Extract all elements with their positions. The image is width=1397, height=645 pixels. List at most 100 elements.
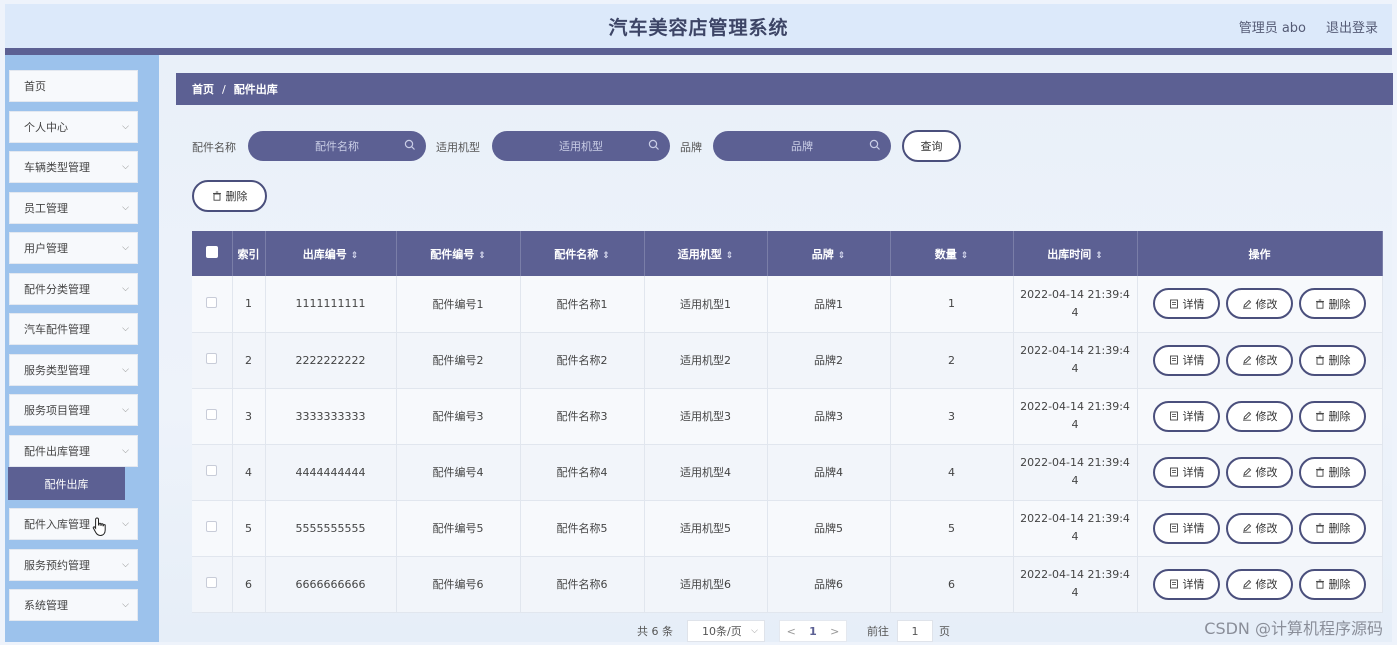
cell-part-no: 配件编号4 (396, 444, 521, 501)
sidebar-item[interactable]: 个人中心 ⌵ (9, 111, 138, 143)
sidebar-item[interactable]: 配件入库管理 ⌵ (9, 508, 138, 540)
page-unit-label: 页 (939, 625, 950, 638)
detail-button[interactable]: 详情 (1153, 568, 1220, 600)
chevron-down-icon: ⌵ (122, 519, 129, 529)
sort-icon: ⇕ (960, 250, 969, 261)
query-button[interactable]: 查询 (902, 130, 961, 162)
cell-index: 6 (232, 556, 266, 613)
cell-qty: 6 (890, 556, 1014, 613)
row-select-cell[interactable] (192, 276, 233, 333)
cell-qty: 5 (890, 500, 1014, 557)
outbound-time: 2022-04-14 21:39:44 (1020, 568, 1130, 599)
edit-button[interactable]: 修改 (1226, 288, 1293, 320)
detail-button[interactable]: 详情 (1153, 456, 1220, 488)
header-actions: 操作 (1137, 231, 1383, 276)
chevron-down-icon: ⌵ (122, 560, 129, 570)
header-part-name[interactable]: 配件名称 ⇕ (520, 231, 645, 276)
detail-button[interactable]: 详情 (1153, 400, 1220, 432)
sidebar-item[interactable]: 用户管理 ⌵ (9, 232, 138, 264)
detail-button[interactable]: 详情 (1153, 344, 1220, 376)
delete-button[interactable]: 删除 (1299, 456, 1366, 488)
sidebar-item[interactable]: 服务项目管理 ⌵ (9, 394, 138, 426)
sort-icon: ⇕ (478, 250, 486, 261)
sidebar-item[interactable]: 服务类型管理 ⌵ (9, 354, 138, 386)
sidebar-item[interactable]: 服务预约管理 ⌵ (9, 549, 138, 581)
chevron-down-icon: ⌵ (751, 626, 758, 636)
select-all-cell[interactable] (192, 231, 233, 276)
edit-button[interactable]: 修改 (1226, 400, 1293, 432)
row-checkbox[interactable] (206, 465, 218, 476)
chevron-down-icon: ⌵ (122, 284, 129, 294)
sidebar-item[interactable]: 配件出库管理 ⌵ (9, 435, 138, 467)
model-search-box (492, 131, 670, 161)
sidebar-item[interactable]: 首页 (9, 70, 138, 102)
sidebar-subitem-part-outbound[interactable]: 配件出库 (8, 467, 125, 500)
edit-button[interactable]: 修改 (1226, 512, 1293, 544)
header-model[interactable]: 适用机型 ⇕ (644, 231, 768, 276)
next-page-button[interactable]: > (830, 625, 839, 638)
batch-delete-button[interactable]: 删除 (192, 180, 267, 212)
row-select-cell[interactable] (192, 556, 233, 613)
edit-button[interactable]: 修改 (1226, 456, 1293, 488)
delete-button[interactable]: 删除 (1299, 400, 1366, 432)
sidebar-item[interactable]: 配件分类管理 ⌵ (9, 273, 138, 305)
row-select-cell[interactable] (192, 388, 233, 445)
page-size-value: 10条/页 (702, 625, 742, 638)
part-name-input[interactable] (277, 139, 397, 153)
app-title: 汽车美容店管理系统 (608, 16, 789, 39)
prev-page-button[interactable]: < (787, 625, 796, 638)
model-input[interactable] (521, 139, 641, 153)
detail-button[interactable]: 详情 (1153, 512, 1220, 544)
cell-model: 适用机型4 (644, 444, 768, 501)
trash-icon (1315, 579, 1324, 589)
select-all-checkbox[interactable] (205, 246, 218, 258)
sidebar-item[interactable]: 车辆类型管理 ⌵ (9, 151, 138, 183)
row-checkbox[interactable] (206, 409, 218, 420)
document-icon (1169, 467, 1178, 477)
row-checkbox[interactable] (206, 296, 218, 308)
edit-button[interactable]: 修改 (1226, 344, 1293, 376)
cell-qty: 3 (890, 388, 1014, 445)
edit-button[interactable]: 修改 (1226, 568, 1293, 600)
cell-out-no: 2222222222 (265, 332, 397, 389)
cell-actions: 详情 修改 删除 (1137, 500, 1383, 557)
header-out-no[interactable]: 出库编号 ⇕ (265, 231, 397, 276)
row-checkbox[interactable] (206, 353, 218, 364)
cell-brand: 品牌1 (767, 276, 891, 333)
delete-button[interactable]: 删除 (1299, 288, 1366, 320)
header-qty[interactable]: 数量 ⇕ (890, 231, 1014, 276)
cell-qty: 4 (890, 444, 1014, 501)
logout-link[interactable]: 退出登录 (1326, 17, 1378, 36)
cell-part-no: 配件编号6 (396, 556, 521, 613)
detail-button[interactable]: 详情 (1153, 288, 1220, 320)
document-icon (1169, 579, 1178, 589)
cell-actions: 详情 修改 删除 (1137, 556, 1383, 613)
breadcrumb-home[interactable]: 首页 (192, 81, 214, 97)
header-index: 索引 (232, 231, 266, 276)
sidebar-item[interactable]: 员工管理 ⌵ (9, 192, 138, 224)
sidebar-item[interactable]: 系统管理 ⌵ (9, 589, 138, 621)
delete-button[interactable]: 删除 (1299, 568, 1366, 600)
sidebar-item[interactable]: 汽车配件管理 ⌵ (9, 313, 138, 345)
header-brand[interactable]: 品牌 ⇕ (767, 231, 891, 276)
delete-button[interactable]: 删除 (1299, 344, 1366, 376)
goto-page-input[interactable]: 1 (897, 620, 933, 642)
header-part-no[interactable]: 配件编号 ⇕ (396, 231, 521, 276)
cell-part-no: 配件编号5 (396, 500, 521, 557)
header-time[interactable]: 出库时间 ⇕ (1013, 231, 1138, 276)
delete-button[interactable]: 删除 (1299, 512, 1366, 544)
row-select-cell[interactable] (192, 444, 233, 501)
sort-icon: ⇕ (602, 250, 610, 261)
row-select-cell[interactable] (192, 332, 233, 389)
sidebar-item-label: 配件入库管理 (24, 518, 90, 531)
row-select-cell[interactable] (192, 500, 233, 557)
row-checkbox[interactable] (206, 521, 218, 532)
row-checkbox[interactable] (206, 577, 218, 588)
current-page[interactable]: 1 (809, 625, 817, 638)
brand-input[interactable] (742, 139, 862, 153)
detail-label: 详情 (1182, 297, 1205, 311)
page-size-select[interactable]: 10条/页 ⌵ (687, 620, 765, 642)
cell-part-name: 配件名称5 (520, 500, 645, 557)
breadcrumb-current: 配件出库 (233, 83, 278, 96)
delete-label: 删除 (1328, 578, 1351, 591)
